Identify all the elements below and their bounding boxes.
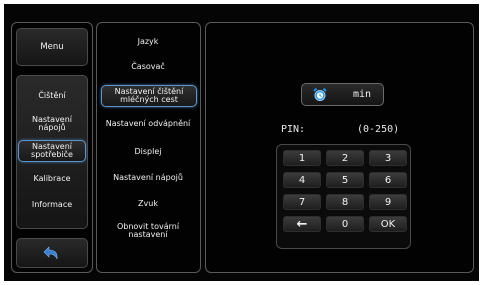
backspace-arrow-icon: ← [296, 216, 308, 232]
keypad-key-3-label: 3 [384, 152, 392, 164]
keypad-backspace-key[interactable]: ← [283, 216, 321, 232]
submenu-item-milk-cleaning-label: Nastavení čištění mléčných cest [114, 86, 184, 104]
keypad-key-1-label: 1 [298, 152, 306, 164]
keypad-key-0[interactable]: 0 [326, 216, 364, 232]
device-screen: Menu Čištění Nastavení nápojů Nastavení … [4, 4, 479, 281]
menu-button[interactable]: Menu [16, 28, 88, 66]
keypad-ok-label: OK [380, 218, 396, 230]
submenu-item-display[interactable]: Displej [99, 145, 197, 159]
menu-item-cleaning-label: Čištění [38, 90, 66, 100]
pin-range-label: (0-250) [357, 124, 400, 135]
keypad-key-9-label: 9 [384, 196, 392, 208]
menu-item-appliance-settings-label: Nastavení spotřebiče [31, 141, 73, 159]
menu-item-calibration[interactable]: Kalibrace [18, 172, 86, 186]
submenu-item-timer-label: Časovač [131, 61, 165, 71]
timer-settings-panel: min PIN: (0-250) 1 2 3 4 5 6 7 8 9 ← 0 O… [205, 22, 474, 273]
menu-item-beverage-settings[interactable]: Nastavení nápojů [18, 114, 86, 134]
submenu-item-descaling-label: Nastavení odvápnění [105, 118, 191, 128]
submenu-item-sound-label: Zvuk [138, 198, 158, 208]
submenu-item-milk-cleaning-settings[interactable]: Nastavení čištění mléčných cest [101, 85, 197, 107]
submenu-item-descaling-settings[interactable]: Nastavení odvápnění [99, 117, 197, 131]
submenu-item-language[interactable]: Jazyk [99, 35, 197, 49]
menu-item-cleaning[interactable]: Čištění [18, 89, 86, 103]
keypad-key-2[interactable]: 2 [326, 150, 364, 166]
submenu-item-factory-reset-label: Obnovit tovární nastavení [116, 221, 180, 239]
menu-button-label: Menu [40, 41, 64, 52]
back-button[interactable] [16, 238, 88, 268]
submenu-item-display-label: Displej [134, 146, 162, 156]
keypad-key-6-label: 6 [384, 174, 392, 186]
keypad-key-8[interactable]: 8 [326, 194, 364, 210]
keypad-key-7-label: 7 [298, 196, 306, 208]
keypad: 1 2 3 4 5 6 7 8 9 ← 0 OK [276, 144, 411, 249]
keypad-key-7[interactable]: 7 [283, 194, 321, 210]
menu-item-calibration-label: Kalibrace [33, 173, 71, 183]
submenu-item-timer[interactable]: Časovač [99, 60, 197, 74]
keypad-key-4-label: 4 [298, 174, 306, 186]
submenu-item-beverage-settings-label: Nastavení nápojů [113, 172, 183, 182]
main-menu-list: Čištění Nastavení nápojů Nastavení spotř… [16, 75, 88, 229]
keypad-key-4[interactable]: 4 [283, 172, 321, 188]
back-arrow-icon [43, 246, 58, 260]
keypad-key-5-label: 5 [341, 174, 349, 186]
main-menu-panel: Menu Čištění Nastavení nápojů Nastavení … [11, 22, 93, 273]
keypad-key-2-label: 2 [341, 152, 349, 164]
keypad-key-6[interactable]: 6 [369, 172, 407, 188]
pin-label: PIN: [281, 124, 306, 135]
keypad-key-5[interactable]: 5 [326, 172, 364, 188]
timer-value-display[interactable]: min [301, 83, 384, 106]
menu-item-information[interactable]: Informace [18, 198, 86, 212]
submenu-panel: Jazyk Časovač Nastavení čištění mléčných… [96, 22, 201, 273]
menu-item-appliance-settings[interactable]: Nastavení spotřebiče [18, 140, 86, 162]
menu-item-beverage-settings-label: Nastavení nápojů [31, 114, 73, 132]
menu-item-information-label: Informace [31, 199, 73, 209]
submenu-item-beverage-settings[interactable]: Nastavení nápojů [99, 171, 197, 185]
alarm-clock-icon [313, 87, 327, 101]
keypad-key-9[interactable]: 9 [369, 194, 407, 210]
submenu-item-sound[interactable]: Zvuk [99, 197, 197, 211]
keypad-key-8-label: 8 [341, 196, 349, 208]
submenu-item-factory-reset[interactable]: Obnovit tovární nastavení [103, 220, 193, 242]
keypad-key-1[interactable]: 1 [283, 150, 321, 166]
submenu-item-language-label: Jazyk [137, 36, 159, 46]
keypad-key-0-label: 0 [341, 218, 349, 230]
keypad-ok-key[interactable]: OK [369, 216, 407, 232]
keypad-key-3[interactable]: 3 [369, 150, 407, 166]
timer-unit-label: min [353, 89, 372, 100]
